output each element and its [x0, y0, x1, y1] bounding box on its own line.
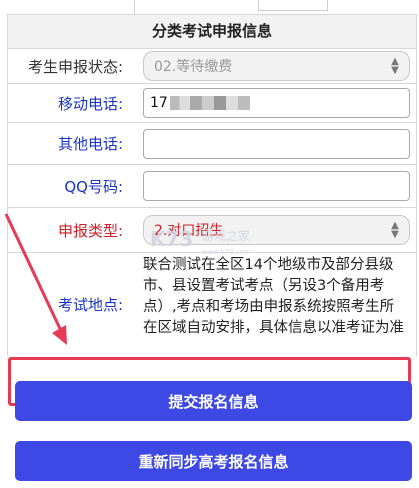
- other-phone-label: 其他电话:: [57, 135, 123, 153]
- section-title: 分类考试申报信息: [8, 14, 416, 49]
- status-row: 考生申报状态: 02.等待缴费 ▲ ▼: [8, 49, 416, 84]
- qq-row: QQ号码:: [8, 165, 416, 208]
- qq-label: QQ号码:: [64, 177, 123, 196]
- resync-button[interactable]: 重新同步高考报名信息: [15, 441, 412, 481]
- mobile-row: 移动电话: 17: [8, 84, 416, 123]
- apply-type-value: 2.对口招生: [154, 223, 224, 239]
- status-label: 考生申报状态:: [27, 57, 123, 76]
- apply-type-label: 申报类型:: [57, 221, 123, 240]
- location-row: 考试地点: 联合测试在全区14个地级市及部分县级市、县设置考试考点（另设3个备用…: [8, 253, 416, 356]
- mobile-value: 17: [150, 95, 168, 111]
- redacted-number: [169, 96, 250, 110]
- registration-form: 分类考试申报信息 考生申报状态: 02.等待缴费 ▲ ▼ 移动电话: 17 其他电…: [7, 14, 417, 356]
- submit-button[interactable]: 提交报名信息: [15, 381, 412, 421]
- status-value: 02.等待缴费: [154, 59, 233, 75]
- other-phone-input[interactable]: [143, 128, 410, 159]
- mobile-label: 移动电话:: [57, 94, 123, 113]
- previous-field-box: [258, 0, 328, 11]
- other-phone-row: 其他电话:: [8, 123, 416, 165]
- mobile-input[interactable]: 17: [143, 88, 410, 118]
- divider: [134, 0, 135, 14]
- apply-type-select[interactable]: 2.对口招生 ▲ ▼: [143, 215, 410, 245]
- qq-input[interactable]: [143, 171, 410, 201]
- location-description: 联合测试在全区14个地级市及部分县级市、县设置考试考点（另设3个备用考点）,考点…: [143, 257, 404, 336]
- top-strip: [0, 0, 419, 14]
- location-label: 考试地点:: [57, 296, 123, 314]
- apply-type-row: 申报类型: 2.对口招生 ▲ ▼: [8, 208, 416, 253]
- select-arrows-icon: ▲ ▼: [391, 220, 399, 240]
- status-select[interactable]: 02.等待缴费 ▲ ▼: [143, 51, 410, 81]
- select-arrows-icon: ▲ ▼: [391, 56, 399, 76]
